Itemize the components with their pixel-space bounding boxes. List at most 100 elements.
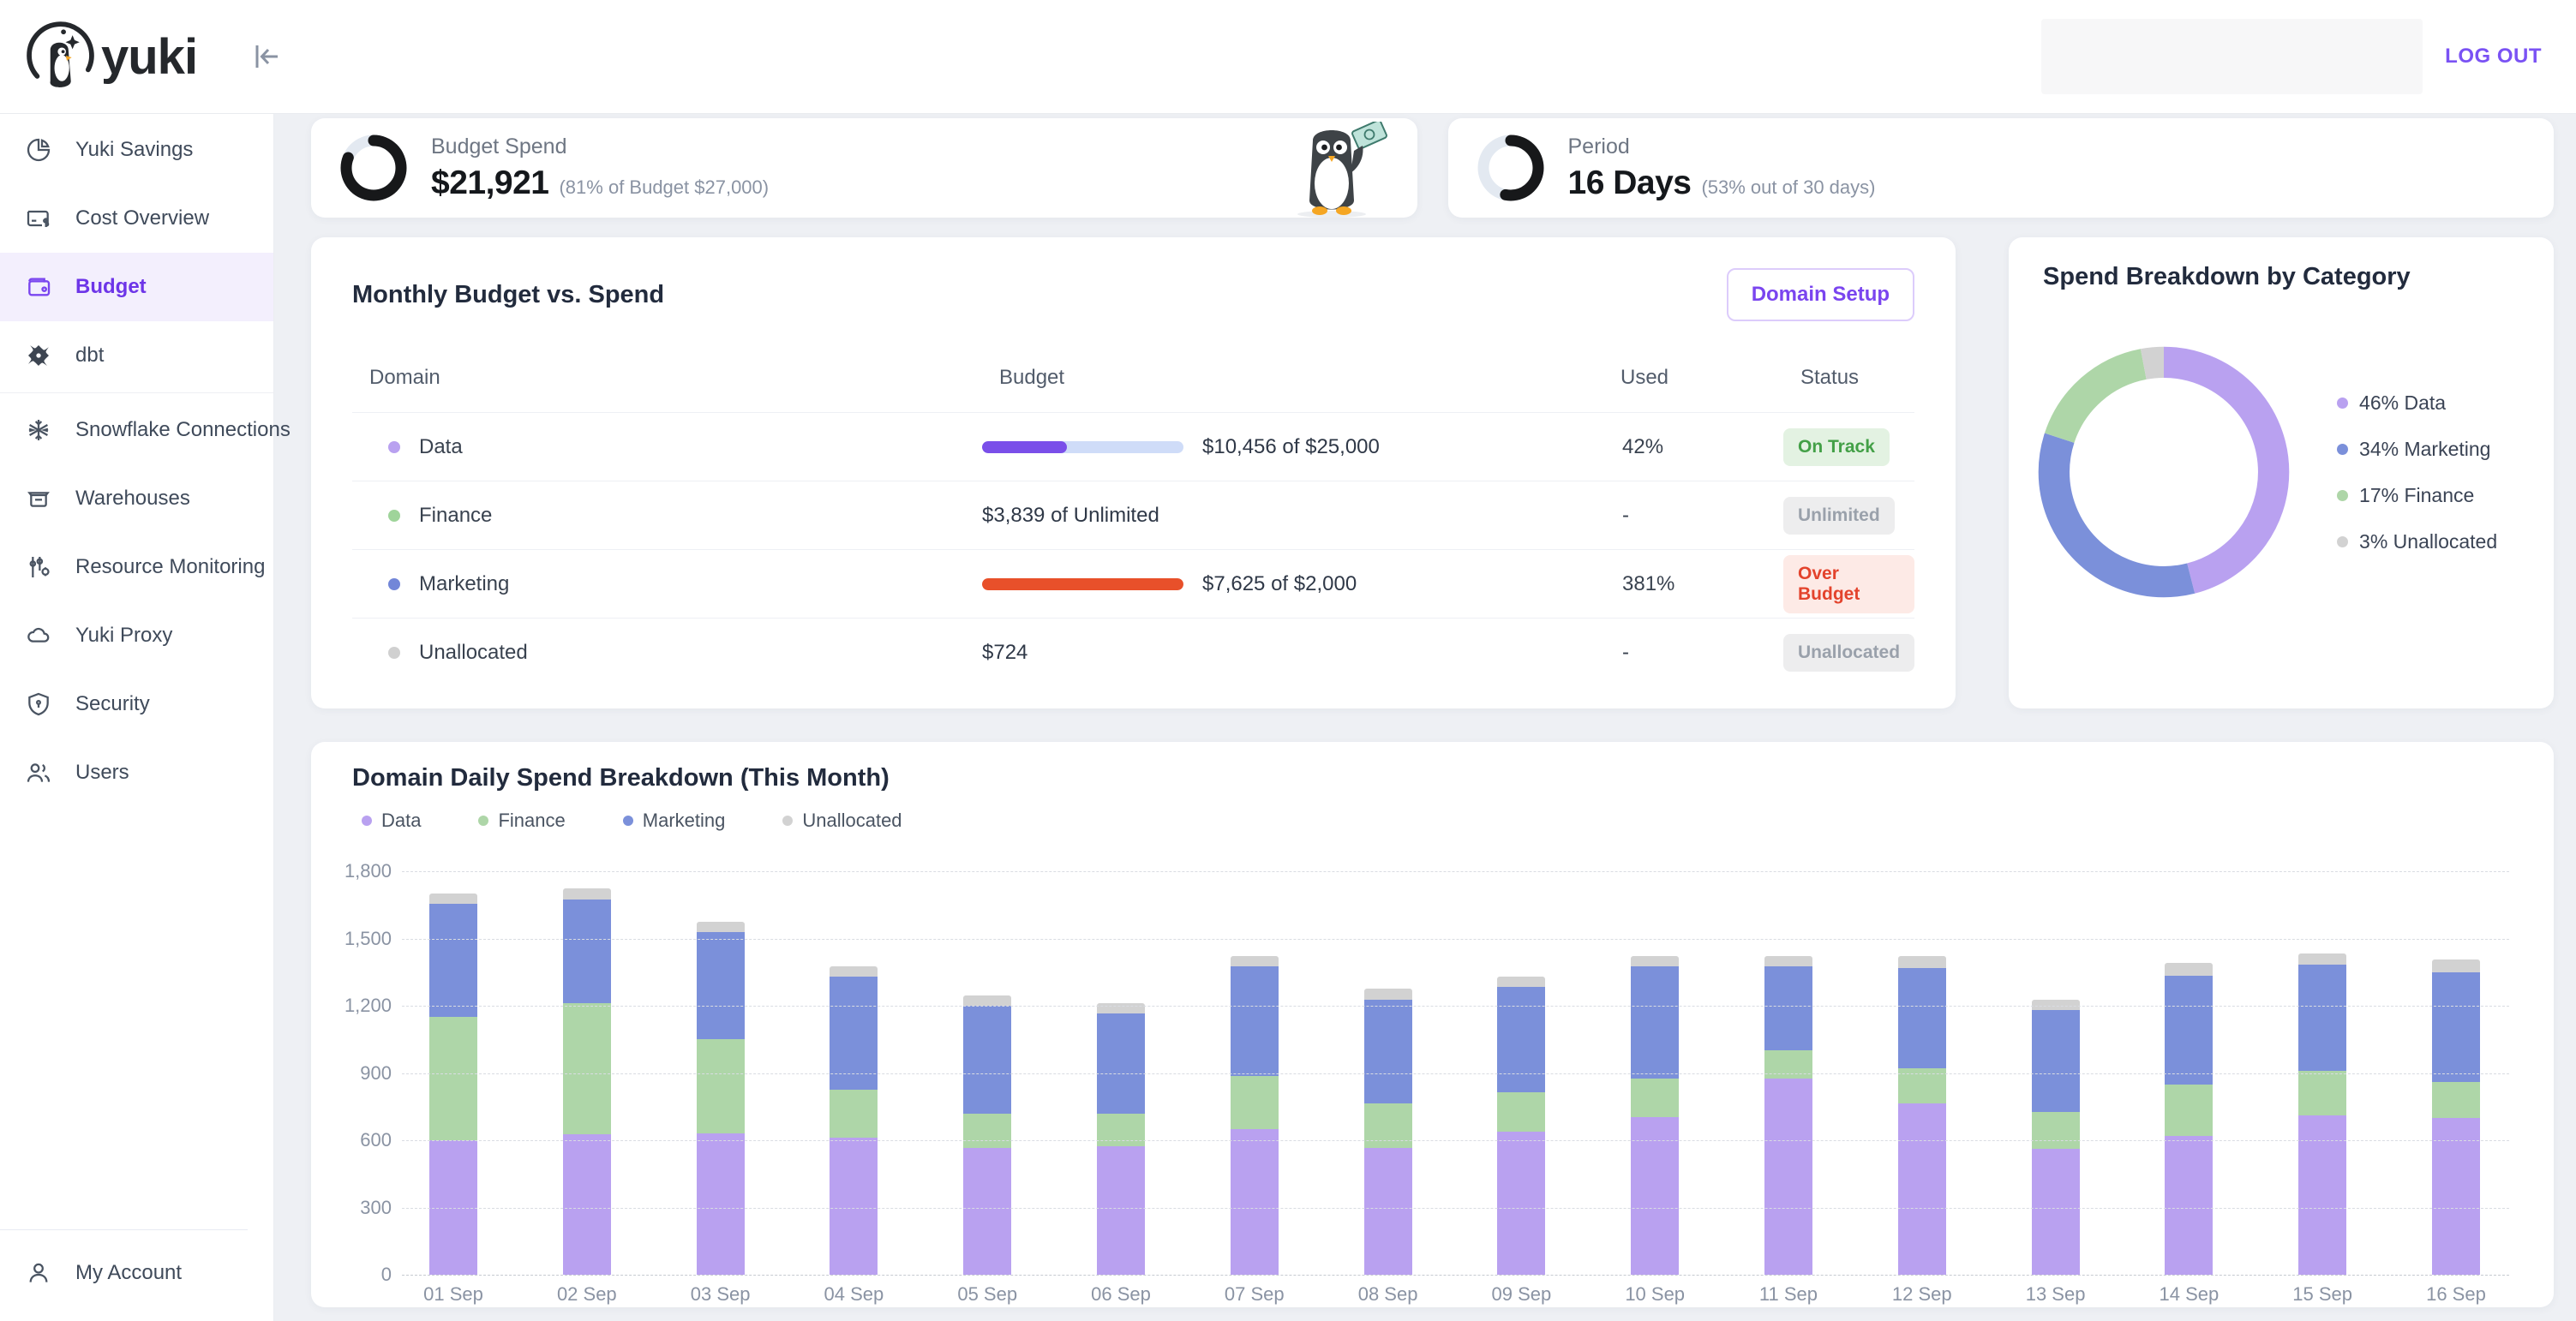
legend-dot (623, 816, 633, 826)
snowflake-icon (24, 415, 53, 445)
bar-segment-unallocated (830, 966, 878, 977)
legend-dot (2337, 490, 2348, 501)
sidebar-item-label: Security (75, 692, 150, 716)
sidebar-item-label: dbt (75, 344, 104, 368)
users-icon (24, 758, 53, 787)
bar-04-sep (830, 966, 878, 1275)
bar-08-sep (1364, 989, 1412, 1275)
sidebar-item-budget[interactable]: Budget (0, 253, 273, 321)
spend-breakdown-title: Spend Breakdown by Category (2043, 263, 2519, 291)
domain-cell: Finance (352, 504, 982, 528)
sidebar-item-dbt[interactable]: dbt (0, 321, 273, 390)
table-row-unallocated: Unallocated $724 - Unallocated (352, 618, 1914, 686)
donut-legend-finance[interactable]: 17% Finance (2326, 484, 2497, 507)
bar-segment-unallocated (1631, 956, 1679, 966)
donut-legend-unallocated[interactable]: 3% Unallocated (2326, 530, 2497, 553)
daily-spend-bar-chart: 03006009001,2001,5001,800 (402, 871, 2509, 1275)
bar-segment-unallocated (2298, 953, 2346, 965)
sidebar-item-my-account[interactable]: My Account (0, 1239, 273, 1307)
sidebar-divider (0, 1229, 248, 1230)
x-tick-label: 07 Sep (1231, 1283, 1279, 1306)
bar-segment-unallocated (2165, 963, 2213, 975)
y-tick-label: 900 (360, 1062, 392, 1085)
sidebar-item-snowflake-connections[interactable]: Snowflake Connections (0, 396, 273, 464)
legend-dot (362, 816, 372, 826)
donut-legend-marketing[interactable]: 34% Marketing (2326, 438, 2497, 461)
bar-segment-finance (2032, 1112, 2080, 1149)
column-header-used: Used (1603, 366, 1783, 390)
bar-segment-unallocated (2432, 959, 2480, 971)
bar-segment-finance (1497, 1092, 1545, 1132)
domain-setup-button[interactable]: Domain Setup (1727, 268, 1914, 321)
domain-name: Unallocated (419, 641, 528, 665)
daily-spend-card: Domain Daily Spend Breakdown (This Month… (311, 742, 2554, 1307)
bar-legend-unallocated[interactable]: Unallocated (773, 810, 902, 832)
bar-segment-marketing (1364, 1000, 1412, 1103)
legend-label: 3% Unallocated (2359, 530, 2497, 553)
bar-03-sep (697, 922, 745, 1275)
sidebar-item-security[interactable]: Security (0, 670, 273, 738)
bar-segment-data (963, 1148, 1011, 1275)
bar-segment-unallocated (1764, 956, 1812, 966)
logo-text: yuki (101, 28, 197, 86)
bar-segment-data (830, 1138, 878, 1275)
bar-segment-unallocated (963, 995, 1011, 1006)
bar-segment-finance (563, 1003, 611, 1134)
bar-legend-marketing[interactable]: Marketing (614, 810, 726, 832)
table-row-data: Data $10,456 of $25,000 42% On Track (352, 412, 1914, 481)
sidebar-item-resource-monitoring[interactable]: Resource Monitoring (0, 533, 273, 601)
domain-color-dot (388, 510, 400, 522)
x-tick-label: 01 Sep (429, 1283, 477, 1306)
status-cell: Unlimited (1783, 497, 1914, 535)
penguin-illustration (1279, 122, 1388, 218)
y-tick-label: 1,200 (344, 995, 392, 1017)
donut-legend-data[interactable]: 46% Data (2326, 392, 2497, 415)
daily-spend-title: Domain Daily Spend Breakdown (This Month… (352, 764, 2513, 792)
x-tick-label: 15 Sep (2298, 1283, 2346, 1306)
yuki-logo-penguin-icon (26, 17, 105, 96)
gridline (402, 1006, 2509, 1007)
period-subtext: (53% out of 30 days) (1701, 176, 1875, 199)
logout-button[interactable]: LOG OUT (2445, 45, 2542, 69)
bar-segment-marketing (2032, 1010, 2080, 1112)
bar-segment-data (563, 1134, 611, 1275)
bar-legend-data[interactable]: Data (352, 810, 421, 832)
sidebar-item-label: Cost Overview (75, 206, 209, 230)
yuki-logo[interactable]: yuki (26, 17, 197, 96)
bar-09-sep (1497, 977, 1545, 1275)
domain-cell: Unallocated (352, 641, 982, 665)
legend-label: Marketing (643, 810, 726, 832)
bar-segment-finance (963, 1114, 1011, 1149)
bar-segment-data (1764, 1079, 1812, 1275)
sidebar-item-yuki-savings[interactable]: Yuki Savings (0, 116, 273, 184)
y-tick-label: 0 (381, 1264, 392, 1286)
period-card: Period 16 Days (53% out of 30 days) (1448, 118, 2555, 218)
sidebar-item-users[interactable]: Users (0, 738, 273, 807)
gridline (402, 1208, 2509, 1209)
budget-text: $7,625 of $2,000 (1202, 572, 1357, 596)
y-tick-label: 600 (360, 1129, 392, 1151)
y-tick-label: 1,800 (344, 860, 392, 882)
bar-segment-data (1231, 1129, 1279, 1275)
x-tick-label: 04 Sep (830, 1283, 878, 1306)
bar-segment-marketing (963, 1006, 1011, 1114)
sidebar-item-cost-overview[interactable]: Cost Overview (0, 184, 273, 253)
bar-segment-finance (429, 1017, 477, 1140)
sidebar-collapse-button[interactable] (249, 39, 285, 75)
bar-segment-unallocated (1497, 977, 1545, 987)
x-tick-label: 02 Sep (563, 1283, 611, 1306)
sidebar-item-label: Warehouses (75, 487, 190, 511)
bar-segment-data (2032, 1149, 2080, 1275)
table-row-marketing: Marketing $7,625 of $2,000 381% Over Bud… (352, 549, 1914, 618)
bar-legend-finance[interactable]: Finance (469, 810, 565, 832)
sidebar-item-yuki-proxy[interactable]: Yuki Proxy (0, 601, 273, 670)
sidebar-item-warehouses[interactable]: Warehouses (0, 464, 273, 533)
domain-name: Finance (419, 504, 492, 528)
bar-segment-unallocated (563, 888, 611, 900)
bar-segment-marketing (1764, 966, 1812, 1050)
cloud-icon (24, 621, 53, 650)
x-tick-label: 11 Sep (1764, 1283, 1812, 1306)
budget-cell: $3,839 of Unlimited (982, 504, 1603, 528)
budget-spend-label: Budget Spend (431, 134, 769, 159)
budget-spend-value: $21,921 (431, 164, 548, 202)
